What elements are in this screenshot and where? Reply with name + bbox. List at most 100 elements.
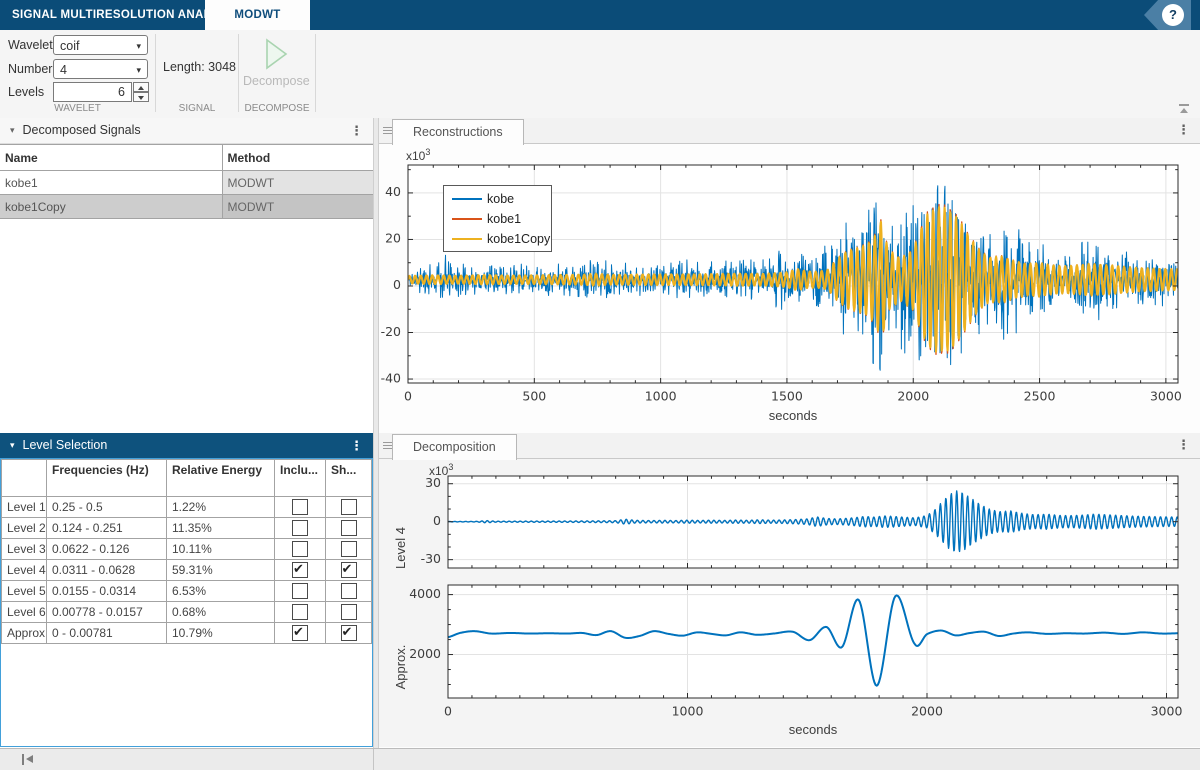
y-exponent-label: x103	[429, 462, 453, 478]
decomposed-signals-table: Name Method kobe1 MODWT kobe1Copy MODWT	[0, 144, 373, 219]
signal-method-cell: MODWT	[222, 171, 373, 195]
column-header-blank	[2, 460, 47, 497]
column-header-frequencies[interactable]: Frequencies (Hz)	[47, 460, 167, 497]
table-row[interactable]: Level 2 0.124 - 0.251 11.35%	[2, 518, 372, 539]
collapse-toolstrip-button[interactable]	[1178, 104, 1190, 114]
energy-cell: 10.79%	[167, 623, 275, 644]
column-header-show[interactable]: Sh...	[326, 460, 372, 497]
table-row[interactable]: Level 4 0.0311 - 0.0628 59.31%	[2, 560, 372, 581]
levels-decrement-button[interactable]	[133, 92, 149, 102]
panel-options-icon[interactable]	[383, 127, 392, 135]
column-header-method[interactable]: Method	[222, 145, 373, 171]
frequency-cell: 0.0155 - 0.0314	[47, 581, 167, 602]
column-header-energy[interactable]: Relative Energy	[167, 460, 275, 497]
include-checkbox[interactable]	[292, 604, 308, 620]
level-selection-title: Level Selection	[23, 438, 108, 452]
show-checkbox[interactable]	[341, 520, 357, 536]
frequency-cell: 0.0311 - 0.0628	[47, 560, 167, 581]
panel-menu-icon[interactable]: ⋮	[1177, 122, 1190, 138]
collapse-left-panel-icon[interactable]	[22, 754, 36, 766]
tab-reconstructions[interactable]: Reconstructions	[392, 119, 524, 145]
wavelet-dropdown[interactable]: coif ▾	[53, 35, 148, 55]
level-selection-header[interactable]: ▾ Level Selection ⋮	[0, 433, 373, 459]
legend-item[interactable]: kobe	[444, 189, 551, 209]
panel-menu-icon[interactable]: ⋮	[350, 118, 363, 143]
level-label-cell: Level 6	[2, 602, 47, 623]
show-checkbox[interactable]	[341, 541, 357, 557]
table-row[interactable]: kobe1 MODWT	[0, 171, 373, 195]
include-checkbox[interactable]	[292, 499, 308, 515]
levels-label: Levels	[8, 85, 44, 99]
table-row[interactable]: kobe1Copy MODWT	[0, 195, 373, 219]
legend-item[interactable]: kobe1Copy	[444, 229, 551, 249]
toolstrip-separator	[315, 34, 316, 112]
level-label-cell: Approx.	[2, 623, 47, 644]
tab-modwt[interactable]: MODWT	[205, 0, 310, 30]
y-axis-label-level4: Level 4	[393, 502, 409, 594]
legend-label: kobe1Copy	[487, 232, 550, 246]
section-label-decompose: DECOMPOSE	[239, 103, 315, 114]
toolstrip-separator	[155, 34, 156, 112]
reconstructions-tabstrip: Reconstructions ⋮	[379, 118, 1200, 144]
signal-method-cell: MODWT	[222, 195, 373, 219]
number-label: Number	[8, 62, 52, 76]
include-checkbox[interactable]	[292, 520, 308, 536]
include-checkbox[interactable]	[292, 562, 308, 578]
include-checkbox[interactable]	[292, 541, 308, 557]
column-header-include[interactable]: Inclu...	[275, 460, 326, 497]
decompose-button[interactable]: Decompose	[243, 34, 309, 106]
energy-cell: 1.22%	[167, 497, 275, 518]
column-header-name[interactable]: Name	[0, 145, 222, 171]
signal-name-cell: kobe1	[0, 171, 222, 195]
table-row[interactable]: Level 1 0.25 - 0.5 1.22%	[2, 497, 372, 518]
left-column: ▾Decomposed Signals ⋮ Name Method kobe1 …	[0, 118, 373, 748]
decomposition-plot[interactable]	[379, 459, 1200, 747]
legend-line-sample	[452, 198, 482, 200]
panel-menu-icon[interactable]: ⋮	[350, 433, 363, 458]
energy-cell: 10.11%	[167, 539, 275, 560]
status-bar-divider	[373, 749, 374, 770]
y-exponent-label: x103	[406, 147, 430, 163]
wavelet-label: Wavelet	[8, 38, 53, 52]
help-button[interactable]: ?	[1144, 0, 1191, 30]
section-label-signal: SIGNAL	[156, 103, 238, 114]
panel-menu-icon[interactable]: ⋮	[1177, 437, 1190, 453]
frequency-cell: 0.0622 - 0.126	[47, 539, 167, 560]
tab-decomposition[interactable]: Decomposition	[392, 434, 517, 460]
frequency-cell: 0 - 0.00781	[47, 623, 167, 644]
decomposed-signals-header[interactable]: ▾Decomposed Signals ⋮	[0, 118, 373, 144]
include-checkbox[interactable]	[292, 583, 308, 599]
legend-item[interactable]: kobe1	[444, 209, 551, 229]
level-label-cell: Level 2	[2, 518, 47, 539]
energy-cell: 11.35%	[167, 518, 275, 539]
signal-name-cell: kobe1Copy	[0, 195, 222, 219]
show-checkbox[interactable]	[341, 604, 357, 620]
chevron-down-icon: ▾	[136, 60, 141, 80]
reconstructions-panel: Reconstructions ⋮ x103 kobe kobe1 kobe1C…	[379, 118, 1200, 433]
legend-line-sample	[452, 238, 482, 240]
show-checkbox[interactable]	[341, 562, 357, 578]
table-row[interactable]: Level 3 0.0622 - 0.126 10.11%	[2, 539, 372, 560]
table-header-row: Frequencies (Hz) Relative Energy Inclu..…	[2, 460, 372, 497]
show-checkbox[interactable]	[341, 625, 357, 641]
include-checkbox[interactable]	[292, 625, 308, 641]
show-checkbox[interactable]	[341, 583, 357, 599]
panel-options-icon[interactable]	[383, 442, 392, 450]
levels-increment-button[interactable]	[133, 82, 149, 92]
levels-input[interactable]: 6	[53, 82, 132, 102]
frequency-cell: 0.00778 - 0.0157	[47, 602, 167, 623]
legend[interactable]: kobe kobe1 kobe1Copy	[443, 185, 552, 252]
number-dropdown[interactable]: 4 ▾	[53, 59, 148, 79]
table-row[interactable]: Level 5 0.0155 - 0.0314 6.53%	[2, 581, 372, 602]
level-selection-body: Frequencies (Hz) Relative Energy Inclu..…	[0, 458, 373, 747]
show-checkbox[interactable]	[341, 499, 357, 515]
toolstrip: Wavelet coif ▾ Number 4 ▾ Levels 6 WAVEL…	[0, 30, 1200, 119]
table-row[interactable]: Level 6 0.00778 - 0.0157 0.68%	[2, 602, 372, 623]
collapse-panel-icon[interactable]: ▾	[10, 433, 15, 458]
play-icon	[261, 37, 291, 71]
decompose-button-label: Decompose	[243, 74, 309, 88]
table-row[interactable]: Approx. 0 - 0.00781 10.79%	[2, 623, 372, 644]
collapse-panel-icon[interactable]: ▾	[10, 118, 15, 143]
status-bar	[0, 748, 1200, 770]
energy-cell: 6.53%	[167, 581, 275, 602]
